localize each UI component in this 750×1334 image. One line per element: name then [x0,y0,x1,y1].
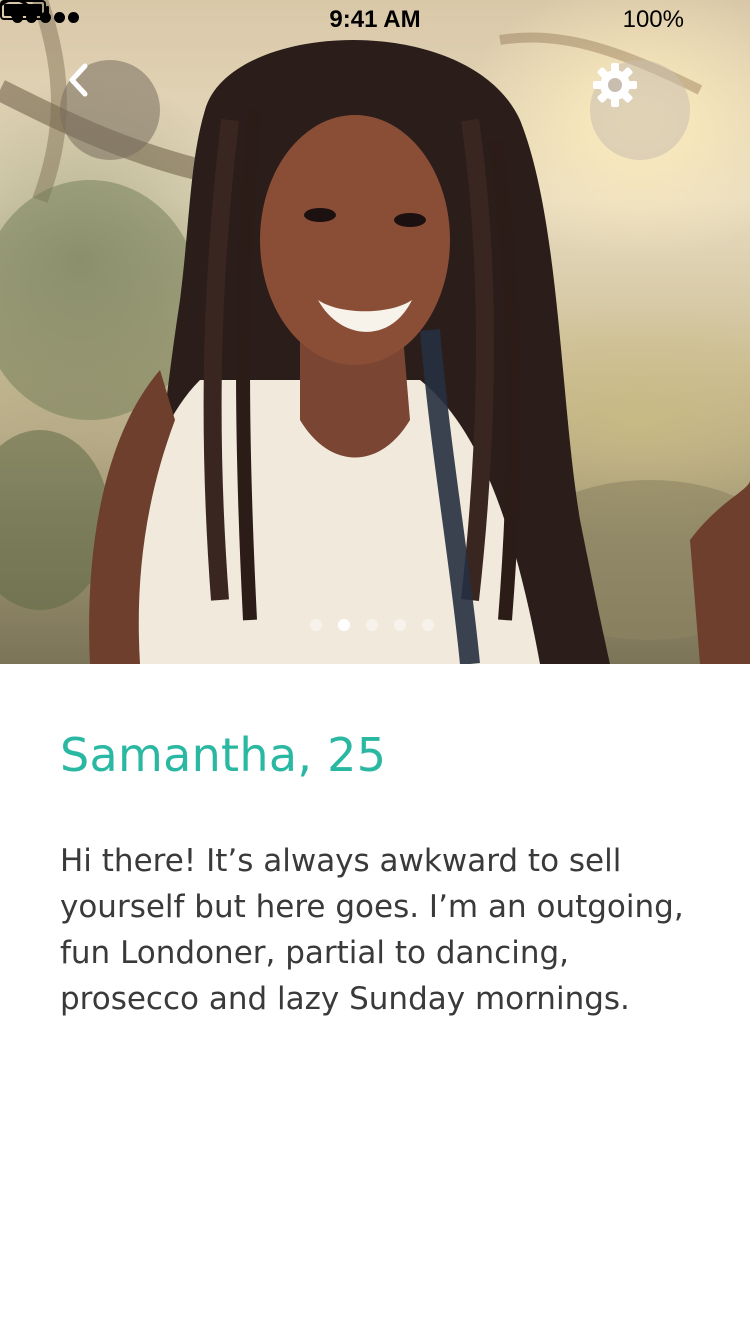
battery-percentage: 100% [622,6,684,33]
profile-photo[interactable]: 9:41 AM 100% [0,0,750,664]
chevron-left-icon [69,63,88,97]
pager-dot[interactable] [310,619,322,631]
pager-dot-active[interactable] [338,619,350,631]
gear-icon [593,63,637,107]
battery-icon [0,0,49,20]
back-button[interactable] [60,60,160,160]
profile-screen: 9:41 AM 100% Samantha, 25 Hi there! It’s… [0,0,750,1334]
status-bar: 9:41 AM 100% [0,0,750,40]
settings-button[interactable] [590,60,690,160]
profile-name-age: Samantha, 25 [60,728,387,782]
pager-dot[interactable] [422,619,434,631]
photo-pager[interactable] [310,619,434,631]
pager-dot[interactable] [394,619,406,631]
profile-bio: Hi there! It’s always awkward to sell yo… [60,843,684,1017]
pager-dot[interactable] [366,619,378,631]
